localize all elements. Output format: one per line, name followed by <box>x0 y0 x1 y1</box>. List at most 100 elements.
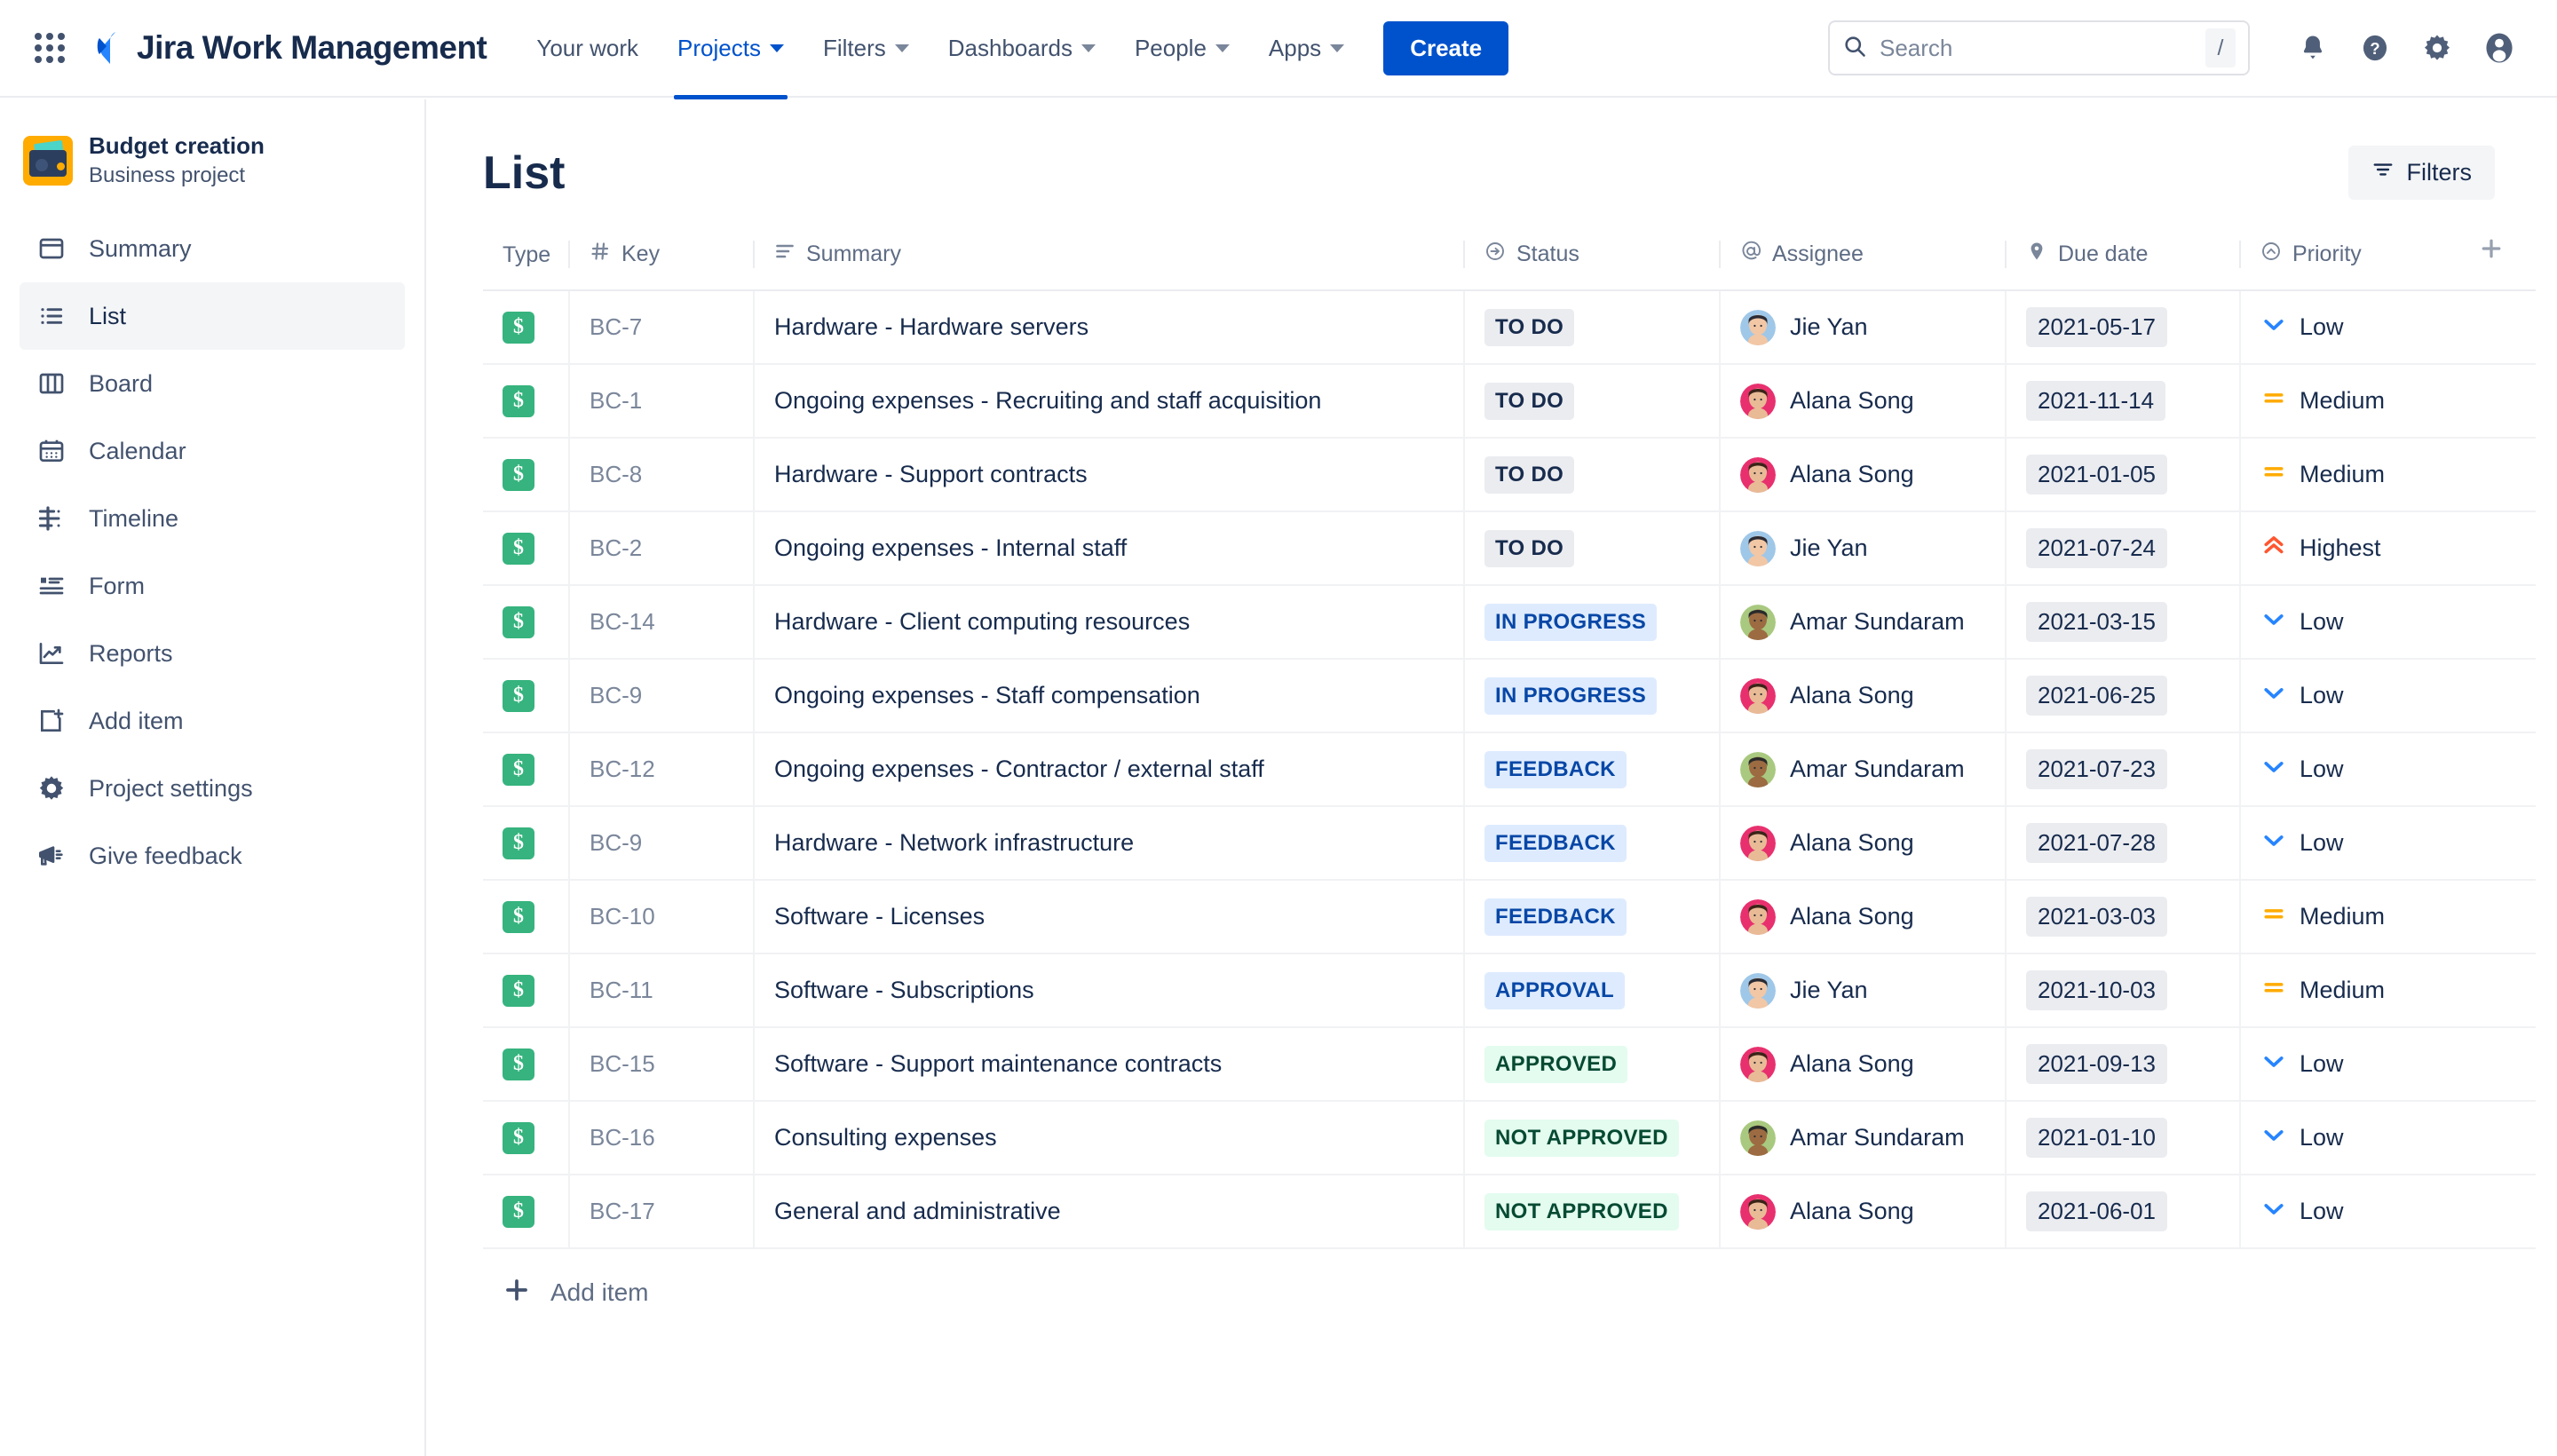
cell-summary[interactable]: Consulting expenses <box>753 1101 1463 1175</box>
cell-priority[interactable]: Low <box>2239 732 2447 807</box>
cell-priority[interactable]: Low <box>2239 806 2447 881</box>
cell-due-date[interactable]: 2021-07-23 <box>2005 732 2239 807</box>
notifications-bell-icon[interactable] <box>2285 20 2340 75</box>
cell-status[interactable]: FEEDBACK <box>1463 732 1719 807</box>
sidebar-item-project-settings[interactable]: Project settings <box>20 755 405 822</box>
nav-item-filters[interactable]: Filters <box>807 24 925 73</box>
cell-assignee[interactable]: Alana Song <box>1719 1175 2005 1249</box>
cell-type[interactable]: $ <box>483 954 568 1028</box>
sidebar-item-add-item[interactable]: Add item <box>20 687 405 755</box>
cell-summary[interactable]: Ongoing expenses - Internal staff <box>753 511 1463 586</box>
column-header-status[interactable]: Status <box>1463 235 1719 291</box>
cell-priority[interactable]: Low <box>2239 585 2447 660</box>
cell-key[interactable]: BC-1 <box>568 364 753 439</box>
sidebar-item-list[interactable]: List <box>20 282 405 351</box>
table-row[interactable]: $ BC-2 Ongoing expenses - Internal staff TO… <box>483 511 2536 586</box>
cell-due-date[interactable]: 2021-07-24 <box>2005 511 2239 586</box>
cell-due-date[interactable]: 2021-05-17 <box>2005 290 2239 365</box>
help-question-icon[interactable]: ? <box>2347 20 2403 75</box>
cell-assignee[interactable]: Jie Yan <box>1719 954 2005 1028</box>
nav-item-dashboards[interactable]: Dashboards <box>932 24 1112 73</box>
cell-key[interactable]: BC-16 <box>568 1101 753 1175</box>
cell-type[interactable]: $ <box>483 880 568 954</box>
sidebar-item-form[interactable]: Form <box>20 552 405 620</box>
cell-type[interactable]: $ <box>483 585 568 660</box>
cell-priority[interactable]: Low <box>2239 659 2447 733</box>
table-row[interactable]: $ BC-9 Ongoing expenses - Staff compensati… <box>483 659 2536 733</box>
cell-type[interactable]: $ <box>483 659 568 733</box>
cell-due-date[interactable]: 2021-01-05 <box>2005 438 2239 512</box>
nav-item-your-work[interactable]: Your work <box>520 24 654 73</box>
cell-due-date[interactable]: 2021-09-13 <box>2005 1027 2239 1102</box>
column-header-priority[interactable]: Priority <box>2239 235 2447 291</box>
cell-assignee[interactable]: Amar Sundaram <box>1719 1101 2005 1175</box>
cell-assignee[interactable]: Alana Song <box>1719 806 2005 881</box>
cell-due-date[interactable]: 2021-03-15 <box>2005 585 2239 660</box>
cell-status[interactable]: IN PROGRESS <box>1463 659 1719 733</box>
column-header-assignee[interactable]: Assignee <box>1719 235 2005 291</box>
cell-summary[interactable]: Software - Support maintenance contracts <box>753 1027 1463 1102</box>
table-row[interactable]: $ BC-11 Software - Subscriptions APPROVAL Ji… <box>483 954 2536 1028</box>
cell-type[interactable]: $ <box>483 1175 568 1249</box>
cell-assignee[interactable]: Alana Song <box>1719 880 2005 954</box>
cell-type[interactable]: $ <box>483 806 568 881</box>
cell-type[interactable]: $ <box>483 732 568 807</box>
column-header-type[interactable]: Type <box>483 235 568 291</box>
cell-status[interactable]: APPROVAL <box>1463 954 1719 1028</box>
cell-assignee[interactable]: Jie Yan <box>1719 290 2005 365</box>
cell-status[interactable]: FEEDBACK <box>1463 880 1719 954</box>
cell-priority[interactable]: Medium <box>2239 880 2447 954</box>
cell-key[interactable]: BC-2 <box>568 511 753 586</box>
cell-assignee[interactable]: Alana Song <box>1719 659 2005 733</box>
cell-summary[interactable]: General and administrative <box>753 1175 1463 1249</box>
column-header-summary[interactable]: Summary <box>753 235 1463 291</box>
app-switcher-icon[interactable] <box>30 28 69 67</box>
cell-key[interactable]: BC-15 <box>568 1027 753 1102</box>
table-row[interactable]: $ BC-8 Hardware - Support contracts TO DO Al… <box>483 438 2536 512</box>
cell-summary[interactable]: Ongoing expenses - Staff compensation <box>753 659 1463 733</box>
sidebar-item-reports[interactable]: Reports <box>20 620 405 687</box>
cell-due-date[interactable]: 2021-10-03 <box>2005 954 2239 1028</box>
cell-due-date[interactable]: 2021-06-25 <box>2005 659 2239 733</box>
table-row[interactable]: $ BC-7 Hardware - Hardware servers TO DO Jie… <box>483 290 2536 365</box>
cell-due-date[interactable]: 2021-03-03 <box>2005 880 2239 954</box>
add-column-header[interactable] <box>2447 235 2536 291</box>
cell-assignee[interactable]: Jie Yan <box>1719 511 2005 586</box>
cell-assignee[interactable]: Amar Sundaram <box>1719 732 2005 807</box>
cell-priority[interactable]: Low <box>2239 1175 2447 1249</box>
cell-priority[interactable]: Medium <box>2239 364 2447 439</box>
table-row[interactable]: $ BC-15 Software - Support maintenance con… <box>483 1027 2536 1102</box>
cell-status[interactable]: TO DO <box>1463 438 1719 512</box>
cell-type[interactable]: $ <box>483 364 568 439</box>
cell-assignee[interactable]: Amar Sundaram <box>1719 585 2005 660</box>
brand-home-link[interactable]: Jira Work Management <box>89 29 487 67</box>
cell-priority[interactable]: Low <box>2239 1027 2447 1102</box>
cell-key[interactable]: BC-14 <box>568 585 753 660</box>
user-avatar-icon[interactable] <box>2472 20 2527 75</box>
cell-due-date[interactable]: 2021-07-28 <box>2005 806 2239 881</box>
cell-summary[interactable]: Hardware - Support contracts <box>753 438 1463 512</box>
cell-key[interactable]: BC-8 <box>568 438 753 512</box>
cell-status[interactable]: APPROVED <box>1463 1027 1719 1102</box>
cell-priority[interactable]: Medium <box>2239 954 2447 1028</box>
cell-key[interactable]: BC-12 <box>568 732 753 807</box>
table-row[interactable]: $ BC-10 Software - Licenses FEEDBACK Alana S… <box>483 880 2536 954</box>
cell-status[interactable]: TO DO <box>1463 511 1719 586</box>
cell-assignee[interactable]: Alana Song <box>1719 364 2005 439</box>
column-header-due-date[interactable]: Due date <box>2005 235 2239 291</box>
column-header-key[interactable]: Key <box>568 235 753 291</box>
cell-summary[interactable]: Hardware - Network infrastructure <box>753 806 1463 881</box>
cell-key[interactable]: BC-9 <box>568 806 753 881</box>
table-row[interactable]: $ BC-9 Hardware - Network infrastructure FE… <box>483 806 2536 881</box>
cell-status[interactable]: TO DO <box>1463 364 1719 439</box>
cell-summary[interactable]: Software - Licenses <box>753 880 1463 954</box>
cell-type[interactable]: $ <box>483 1101 568 1175</box>
add-item-footer-button[interactable]: Add item <box>483 1249 2495 1309</box>
cell-assignee[interactable]: Alana Song <box>1719 438 2005 512</box>
settings-gear-icon[interactable] <box>2410 20 2465 75</box>
cell-summary[interactable]: Hardware - Hardware servers <box>753 290 1463 365</box>
filters-button[interactable]: Filters <box>2347 146 2495 200</box>
cell-assignee[interactable]: Alana Song <box>1719 1027 2005 1102</box>
cell-priority[interactable]: Low <box>2239 1101 2447 1175</box>
sidebar-item-timeline[interactable]: Timeline <box>20 485 405 552</box>
